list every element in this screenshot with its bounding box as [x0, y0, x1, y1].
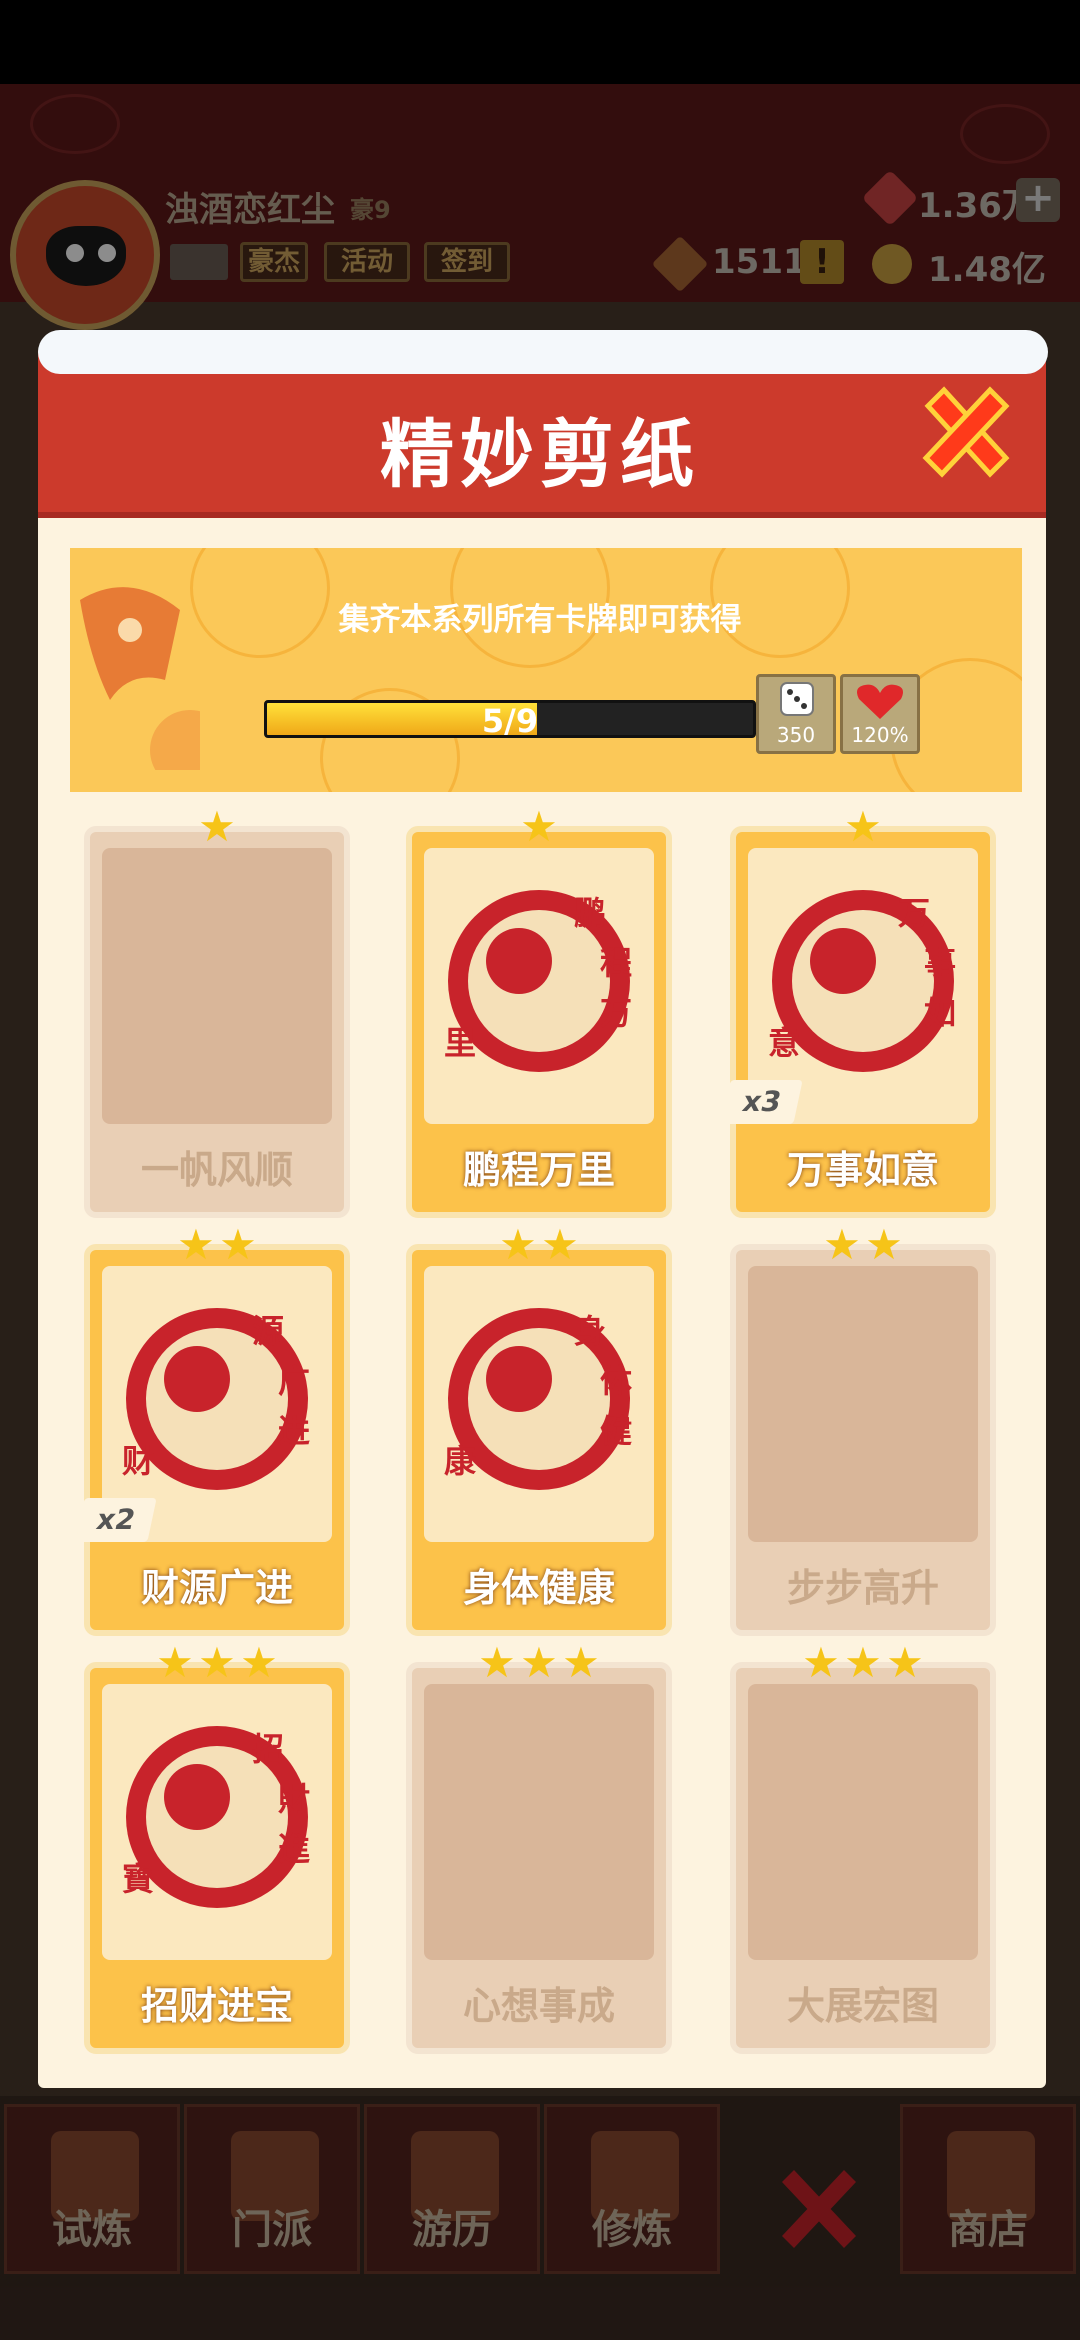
card-7[interactable]: 招財進寶招财进宝	[84, 1662, 350, 2054]
card-4[interactable]: 源广进财 x2 财源广进	[75, 1244, 350, 1636]
card-art	[102, 848, 332, 1124]
snow-decoration	[38, 330, 1048, 374]
papercut-character: 源	[252, 1312, 285, 1350]
papercut-figure	[486, 928, 552, 994]
reward-dice[interactable]: 350	[756, 674, 836, 754]
star-icon: ★	[240, 1638, 278, 1687]
card-stars: ★	[406, 806, 672, 850]
papercut-character: 万	[600, 994, 633, 1032]
star-icon: ★	[886, 1638, 924, 1687]
progress-text: 5/9	[481, 702, 539, 740]
card-count-badge: x3	[721, 1080, 803, 1124]
papercut-figure	[164, 1346, 230, 1412]
star-icon: ★	[541, 1220, 579, 1269]
card-name: 身体健康	[462, 1566, 615, 1610]
close-icon[interactable]	[920, 386, 1012, 478]
panel-title: 精妙剪纸	[380, 412, 700, 498]
card-art	[424, 1684, 654, 1960]
card-6[interactable]: 步步高升	[730, 1244, 996, 1636]
card-art: 招財進寶	[102, 1684, 332, 1960]
star-icon: ★	[198, 802, 236, 851]
papercut-character: 广	[278, 1362, 311, 1400]
star-icon: ★	[177, 1220, 215, 1269]
dragon-icon	[80, 587, 200, 770]
star-icon: ★	[219, 1220, 257, 1269]
star-icon: ★	[562, 1638, 600, 1687]
card-stars: ★ ★ ★	[730, 1642, 996, 1686]
reward-value: 120%	[851, 723, 909, 747]
star-icon: ★	[499, 1220, 537, 1269]
card-stars: ★ ★	[84, 1224, 350, 1268]
papercut-character: 康	[444, 1442, 477, 1480]
dice-icon	[780, 682, 814, 716]
star-icon: ★	[520, 802, 558, 851]
heart-icon	[857, 684, 903, 719]
papercut-character: 財	[278, 1780, 311, 1818]
papercut-character: 身	[574, 1312, 607, 1350]
card-stars: ★ ★	[730, 1224, 996, 1268]
card-stars: ★ ★	[406, 1224, 672, 1268]
card-art: 鹏程万里	[424, 848, 654, 1124]
papercut-character: 体	[600, 1362, 633, 1400]
card-stars: ★	[84, 806, 350, 850]
card-name: 大展宏图	[786, 1984, 939, 2028]
card-name: 步步高升	[786, 1566, 939, 1610]
set-reward-banner	[70, 548, 1022, 792]
papercut-character: 里	[444, 1024, 477, 1062]
papercut-character: 如	[924, 994, 957, 1032]
card-name: 心想事成	[462, 1984, 615, 2028]
papercut-character: 进	[278, 1412, 311, 1450]
card-8[interactable]: 心想事成	[406, 1662, 672, 2054]
card-art: 身体健康	[424, 1266, 654, 1542]
card-1[interactable]: 一帆风顺	[84, 826, 350, 1218]
papercut-figure	[486, 1346, 552, 1412]
star-icon: ★	[802, 1638, 840, 1687]
star-icon: ★	[865, 1220, 903, 1269]
star-icon: ★	[156, 1638, 194, 1687]
banner-text: 集齐本系列所有卡牌即可获得	[338, 602, 742, 638]
card-name: 财源广进	[140, 1566, 293, 1610]
card-stars: ★ ★ ★	[406, 1642, 672, 1686]
star-icon: ★	[844, 1638, 882, 1687]
card-art	[748, 1266, 978, 1542]
card-3[interactable]: 万事如意 x3 万事如意	[721, 826, 996, 1218]
card-9[interactable]: 大展宏图	[730, 1662, 996, 2054]
card-name: 招财进宝	[140, 1984, 293, 2028]
papercut-character: 招	[252, 1730, 285, 1768]
card-stars: ★ ★ ★	[84, 1642, 350, 1686]
papercut-character: 万	[898, 894, 931, 932]
star-icon: ★	[198, 1638, 236, 1687]
card-art	[748, 1684, 978, 1960]
papercut-figure	[810, 928, 876, 994]
papercut-character: 進	[278, 1830, 311, 1868]
star-icon: ★	[823, 1220, 861, 1269]
papercut-character: 程	[600, 944, 633, 982]
papercut-character: 意	[768, 1024, 801, 1062]
star-icon: ★	[844, 802, 882, 851]
star-icon: ★	[478, 1638, 516, 1687]
papercut-character: 健	[600, 1412, 633, 1450]
papercut-character: 鹏	[574, 894, 607, 932]
card-5[interactable]: 身体健康身体健康	[406, 1244, 672, 1636]
papercut-figure	[164, 1764, 230, 1830]
papercut-character: 寶	[122, 1860, 155, 1898]
status-bar	[0, 0, 1080, 84]
papercut-character: 财	[122, 1442, 155, 1480]
game-screen: 浊酒恋红尘 豪9 豪杰 活动 签到 1.36万 + 1511 ! 1.48亿 试…	[0, 0, 1080, 2340]
card-count-badge: x2	[75, 1498, 157, 1542]
papercut-character: 事	[924, 944, 957, 982]
reward-heart[interactable]: 120%	[840, 674, 920, 754]
card-name: 鹏程万里	[462, 1148, 615, 1192]
card-stars: ★	[730, 806, 996, 850]
card-name: 万事如意	[786, 1148, 939, 1192]
star-icon: ★	[520, 1638, 558, 1687]
card-2[interactable]: 鹏程万里鹏程万里	[406, 826, 672, 1218]
reward-value: 350	[776, 723, 816, 747]
card-name: 一帆风顺	[140, 1148, 293, 1192]
